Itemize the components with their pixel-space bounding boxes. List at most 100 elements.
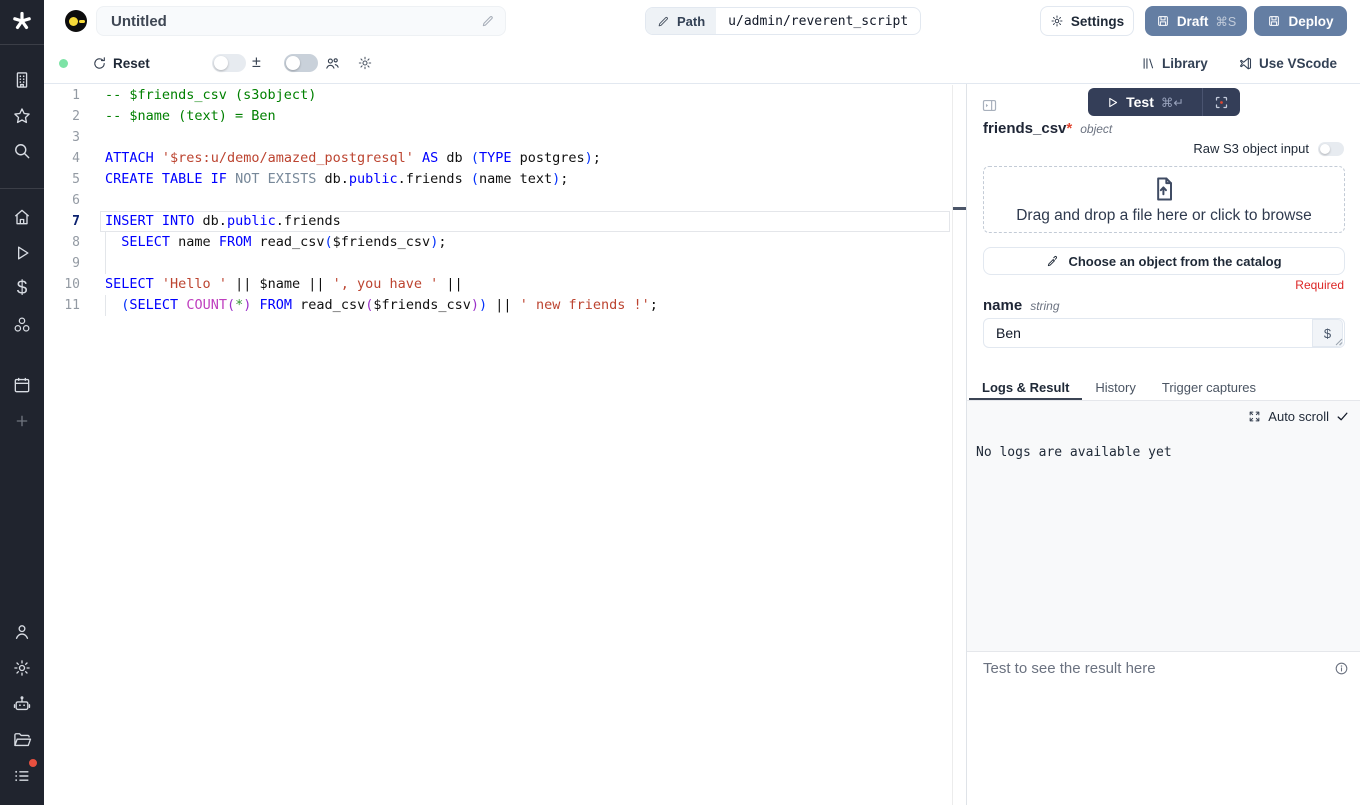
settings-button[interactable]: Settings xyxy=(1040,6,1134,36)
editor-scrollbar[interactable] xyxy=(952,85,966,805)
collapse-panel-icon[interactable] xyxy=(981,97,998,114)
logs-panel: Auto scroll No logs are available yet xyxy=(967,401,1360,652)
runs-play-icon[interactable] xyxy=(10,241,34,265)
diff-toggle[interactable]: ± xyxy=(212,42,261,84)
library-icon xyxy=(1141,56,1156,71)
autoscroll-toggle[interactable]: Auto scroll xyxy=(1248,409,1349,424)
line-number: 2 xyxy=(44,106,80,127)
test-button[interactable]: Test ⌘↵ xyxy=(1088,88,1202,116)
file-dropzone[interactable]: Drag and drop a file here or click to br… xyxy=(983,166,1345,233)
sidebar-divider xyxy=(0,188,44,189)
code-line[interactable]: 3 xyxy=(44,127,952,148)
line-number: 7 xyxy=(44,211,80,232)
raw-s3-toggle[interactable] xyxy=(1318,142,1344,156)
edit-pencil-icon[interactable] xyxy=(481,14,495,28)
windmill-logo-icon xyxy=(10,10,34,34)
test-button-group: Test ⌘↵ xyxy=(1088,88,1240,116)
path-label: Path xyxy=(677,14,705,29)
folders-icon[interactable] xyxy=(10,728,34,752)
edit-pencil-icon xyxy=(657,15,670,28)
checkmark-icon xyxy=(1336,410,1349,423)
raw-s3-label: Raw S3 object input xyxy=(1193,141,1309,156)
result-tabs: Logs & ResultHistoryTrigger captures xyxy=(967,377,1360,401)
windmill-logo[interactable] xyxy=(0,0,44,45)
result-area: Test to see the result here xyxy=(967,660,1360,677)
autoscroll-label: Auto scroll xyxy=(1268,409,1329,424)
status-dot xyxy=(59,59,68,68)
line-number: 9 xyxy=(44,253,80,274)
code-line[interactable]: 8 SELECT name FROM read_csv($friends_csv… xyxy=(44,232,952,253)
line-number: 4 xyxy=(44,148,80,169)
path-label-segment: Path xyxy=(646,8,716,34)
code-line[interactable]: 11 (SELECT COUNT(*) FROM read_csv($frien… xyxy=(44,295,952,316)
toggle-track[interactable] xyxy=(284,54,318,72)
code-line[interactable]: 10SELECT 'Hello ' || $name || ', you hav… xyxy=(44,274,952,295)
test-shortcut: ⌘↵ xyxy=(1161,95,1184,110)
favorites-star-icon[interactable] xyxy=(10,104,34,128)
required-hint: Required xyxy=(1295,278,1344,292)
resize-handle[interactable] xyxy=(1335,338,1343,346)
user-icon[interactable] xyxy=(10,620,34,644)
editor-toolbar: Reset ± Library Use VScode xyxy=(44,42,1360,84)
users-icon xyxy=(324,55,341,72)
schedules-calendar-icon[interactable] xyxy=(10,373,34,397)
resources-icon[interactable] xyxy=(10,313,34,337)
add-plus-icon[interactable] xyxy=(10,409,34,433)
info-icon[interactable] xyxy=(1334,661,1349,676)
refresh-icon xyxy=(92,56,107,71)
search-icon[interactable] xyxy=(10,139,34,163)
line-number: 3 xyxy=(44,127,80,148)
plus-minus-icon: ± xyxy=(252,54,261,72)
tab-history[interactable]: History xyxy=(1082,377,1148,400)
line-number: 11 xyxy=(44,295,80,316)
raw-s3-toggle-row: Raw S3 object input xyxy=(1193,141,1344,156)
settings-label: Settings xyxy=(1071,14,1124,29)
code-line[interactable]: 7INSERT INTO db.public.friends xyxy=(44,211,952,232)
tab-trigger-captures[interactable]: Trigger captures xyxy=(1149,377,1269,400)
workers-bot-icon[interactable] xyxy=(10,692,34,716)
code-line[interactable]: 5CREATE TABLE IF NOT EXISTS db.public.fr… xyxy=(44,169,952,190)
code-line[interactable]: 6 xyxy=(44,190,952,211)
code-line[interactable]: 2-- $name (text) = Ben xyxy=(44,106,952,127)
required-asterisk: * xyxy=(1066,120,1072,137)
workspace-icon[interactable] xyxy=(10,68,34,92)
code-editor[interactable]: 1-- $friends_csv (s3object)2-- $name (te… xyxy=(44,85,952,805)
eyedropper-icon xyxy=(1046,254,1060,268)
topbar: Untitled Path u/admin/reverent_script Se… xyxy=(44,0,1360,42)
name-input[interactable]: Ben $ xyxy=(983,318,1345,348)
line-number: 1 xyxy=(44,85,80,106)
multiplayer-toggle[interactable] xyxy=(284,42,341,84)
editor-settings-gear-icon[interactable] xyxy=(357,42,373,84)
duckdb-language-icon xyxy=(65,10,87,32)
library-button[interactable]: Library xyxy=(1141,42,1208,84)
code-line[interactable]: 9 xyxy=(44,253,952,274)
result-placeholder: Test to see the result here xyxy=(983,660,1334,677)
draft-shortcut: ⌘S xyxy=(1215,14,1236,29)
capture-trigger-button[interactable] xyxy=(1203,88,1240,116)
toggle-knob xyxy=(214,56,228,70)
test-panel: Test ⌘↵ friends_csv* object Raw S3 objec… xyxy=(966,84,1360,805)
choose-object-button[interactable]: Choose an object from the catalog xyxy=(983,247,1345,275)
code-line[interactable]: 1-- $friends_csv (s3object) xyxy=(44,85,952,106)
tab-logs-result[interactable]: Logs & Result xyxy=(969,377,1082,400)
path-button[interactable]: Path u/admin/reverent_script xyxy=(645,7,921,35)
logs-empty-text: No logs are available yet xyxy=(976,445,1172,460)
sidebar: $ xyxy=(0,0,44,805)
use-vscode-button[interactable]: Use VScode xyxy=(1238,42,1337,84)
line-number: 5 xyxy=(44,169,80,190)
file-upload-icon xyxy=(1150,175,1178,203)
code-line[interactable]: 4ATTACH '$res:u/demo/amazed_postgresql' … xyxy=(44,148,952,169)
capture-icon xyxy=(1214,95,1229,110)
variables-dollar-icon[interactable]: $ xyxy=(10,277,34,301)
toggle-track[interactable] xyxy=(212,54,246,72)
reset-button[interactable]: Reset xyxy=(92,42,150,84)
script-title-value: Untitled xyxy=(111,13,481,30)
field-name-header: name string xyxy=(983,297,1060,314)
script-title-input[interactable]: Untitled xyxy=(96,6,506,36)
home-icon[interactable] xyxy=(10,205,34,229)
toggle-knob xyxy=(1320,144,1330,154)
settings-gear-icon[interactable] xyxy=(10,656,34,680)
toggle-knob xyxy=(286,56,300,70)
deploy-button[interactable]: Deploy xyxy=(1254,6,1347,36)
draft-button[interactable]: Draft ⌘S xyxy=(1145,6,1247,36)
